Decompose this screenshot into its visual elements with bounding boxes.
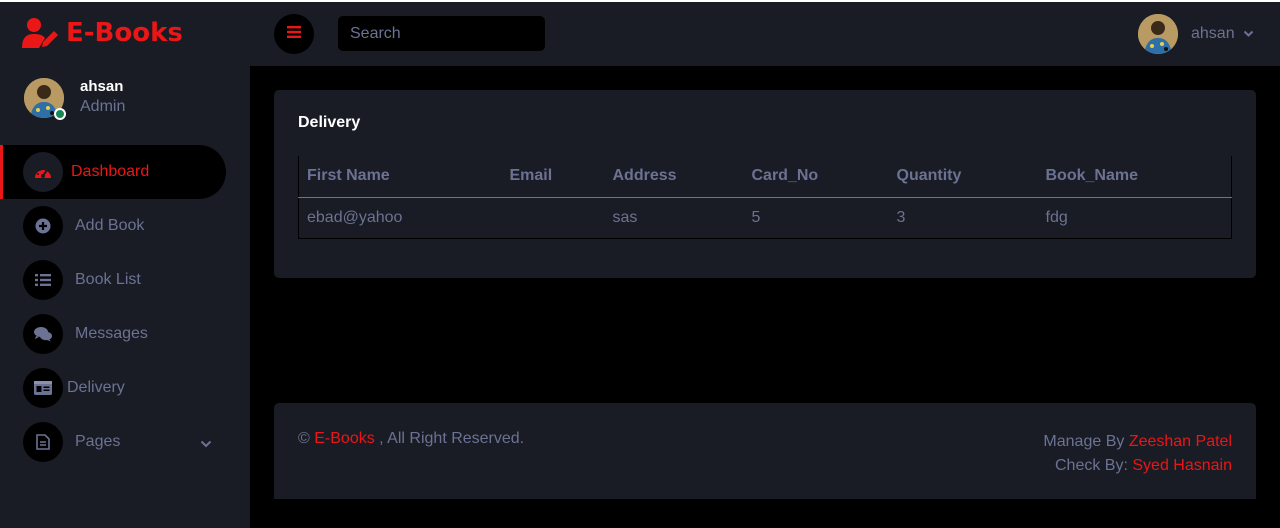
footer-credits: Manage By Zeeshan Patel Check By: Syed H… [1043, 430, 1232, 478]
brand-name: E-Books [66, 18, 183, 48]
manage-label: Manage By [1043, 433, 1125, 450]
sidebar-item-label: Messages [75, 325, 148, 342]
plus-circle-icon [23, 206, 63, 246]
file-icon [23, 422, 63, 462]
profile-name: ahsan [80, 78, 124, 95]
table-cell [502, 197, 605, 238]
column-header: First Name [298, 156, 502, 198]
footer-brand-link[interactable]: E-Books [314, 430, 374, 447]
table-header-row: First Name Email Address Card_No Quantit… [298, 156, 1232, 198]
table-cell: 3 [896, 208, 906, 226]
sidebar-item-messages[interactable]: Messages [0, 307, 250, 361]
chevron-down-icon [200, 435, 212, 453]
check-label: Check By: [1055, 457, 1128, 474]
sidebar-profile: ahsan Admin [24, 78, 126, 120]
list-icon [23, 260, 63, 300]
topbar: ahsan [250, 2, 1280, 66]
sidebar-item-label: Pages [75, 433, 121, 450]
user-edit-icon [22, 16, 62, 50]
card-title: Delivery [298, 114, 361, 131]
bars-icon [287, 25, 301, 43]
table-cell: sas [612, 208, 638, 226]
id-card-icon [23, 368, 63, 408]
sidebar-item-label: Book List [75, 271, 141, 288]
brand-logo[interactable]: E-Books [22, 16, 183, 50]
delivery-table: First Name Email Address Card_No Quantit… [298, 156, 1232, 239]
table-cell: 5 [751, 208, 761, 226]
profile-role: Admin [80, 98, 126, 115]
tachometer-icon [23, 152, 63, 192]
user-menu-dropdown[interactable]: ahsan [1138, 14, 1254, 54]
sidebar-item-label: Delivery [67, 379, 125, 396]
column-header: Book_Name [1037, 156, 1232, 198]
copyright-text: © E-Books , All Right Reserved. [298, 430, 524, 448]
sidebar-item-label: Dashboard [71, 163, 150, 180]
comments-icon [23, 314, 63, 354]
topbar-username: ahsan [1191, 25, 1235, 42]
column-header: Address [604, 156, 744, 198]
avatar [24, 78, 66, 120]
sidebar-item-delivery[interactable]: Delivery [0, 361, 250, 415]
sidebar-item-pages[interactable]: Pages [0, 415, 250, 469]
sidebar-item-dashboard[interactable]: Dashboard [0, 145, 226, 199]
online-status-indicator [54, 108, 66, 120]
table-cell: ebad@yahoo [307, 208, 403, 226]
checker-link[interactable]: Syed Hasnain [1132, 457, 1232, 474]
sidebar: E-Books ahsan Admin Dashboard Add Book B… [0, 2, 250, 528]
sidebar-nav: Dashboard Add Book Book List Messages De… [0, 145, 250, 469]
rights-text: , All Right Reserved. [379, 430, 525, 447]
column-header: Card_No [743, 156, 889, 198]
sidebar-toggle-button[interactable] [274, 14, 314, 54]
avatar [1138, 14, 1178, 54]
sidebar-item-label: Add Book [75, 217, 145, 234]
column-header: Quantity [888, 156, 1038, 198]
table-cell: fdg [1045, 208, 1068, 226]
search-input[interactable] [338, 16, 545, 51]
copyright-symbol: © [298, 430, 310, 447]
manager-link[interactable]: Zeeshan Patel [1129, 433, 1232, 450]
delivery-card: Delivery First Name Email Address Card_N… [274, 90, 1256, 278]
sidebar-item-add-book[interactable]: Add Book [0, 199, 250, 253]
footer: © E-Books , All Right Reserved. Manage B… [274, 403, 1256, 499]
table-row: ebad@yahoo sas 5 3 fdg [299, 197, 1232, 238]
chevron-down-icon [1243, 30, 1254, 38]
sidebar-item-book-list[interactable]: Book List [0, 253, 250, 307]
column-header: Email [501, 156, 605, 198]
